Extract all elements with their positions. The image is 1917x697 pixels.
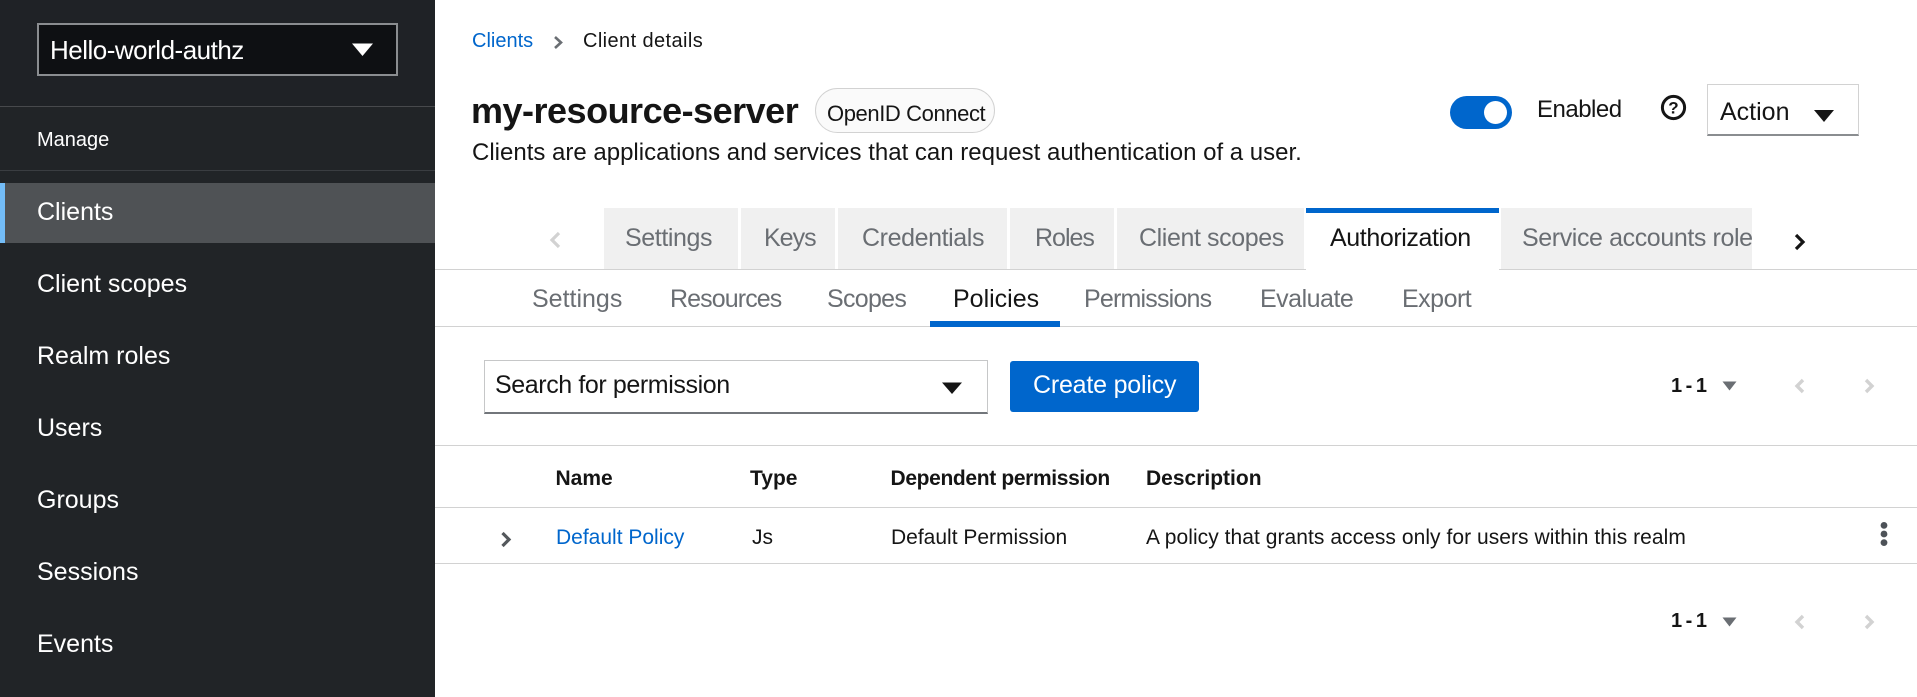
svg-text:?: ? <box>1668 99 1678 118</box>
